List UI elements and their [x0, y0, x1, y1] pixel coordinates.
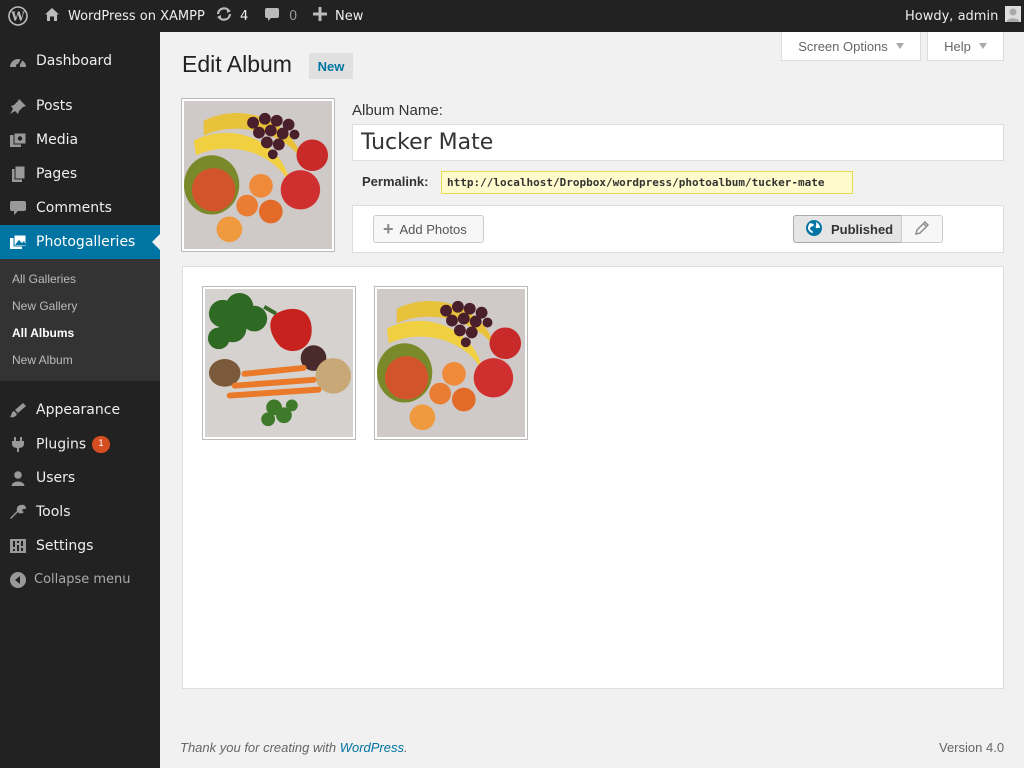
add-photos-label: Add Photos — [399, 221, 467, 237]
svg-text:W: W — [10, 10, 25, 24]
menu-item-photogalleries[interactable]: Photogalleries — [0, 225, 160, 259]
collapse-menu-button[interactable]: Collapse menu — [0, 563, 160, 597]
comments-link[interactable]: 0 — [264, 0, 297, 32]
menu-item-tools[interactable]: Tools — [0, 495, 160, 529]
updates-link[interactable]: 4 — [215, 0, 248, 32]
footer-thanks-text: Thank you for creating with — [180, 740, 340, 755]
album-photo-item[interactable] — [202, 286, 356, 440]
fruit-photo — [377, 289, 525, 437]
menu-item-users[interactable]: Users — [0, 461, 160, 495]
pencil-icon — [915, 220, 929, 239]
screen-options-button[interactable]: Screen Options — [781, 32, 921, 61]
add-photos-button[interactable]: + Add Photos — [373, 215, 484, 243]
album-cover-image[interactable] — [181, 98, 335, 252]
my-account-link[interactable]: Howdy, admin — [905, 0, 1022, 32]
permalink-label: Permalink: — [362, 174, 429, 189]
edit-status-button[interactable] — [901, 215, 943, 243]
wrench-icon — [9, 504, 27, 520]
site-name: WordPress on XAMPP — [68, 8, 205, 24]
page-title: Edit Album — [182, 51, 292, 77]
menu-label: Dashboard — [36, 53, 112, 69]
new-content-link[interactable]: New — [313, 0, 363, 32]
footer-thanks: Thank you for creating with WordPress. — [180, 740, 408, 755]
caret-down-icon — [895, 43, 904, 49]
collapse-menu-label: Collapse menu — [34, 572, 131, 587]
caret-down-icon — [978, 43, 987, 49]
avatar — [1005, 6, 1022, 26]
help-label: Help — [944, 38, 971, 54]
help-button[interactable]: Help — [927, 32, 1004, 61]
menu-item-posts[interactable]: Posts — [0, 89, 160, 123]
comments-count: 0 — [289, 8, 298, 24]
submenu-item-all-albums[interactable]: All Albums — [12, 326, 74, 340]
gallery-icon — [9, 234, 27, 250]
admin-bar: W WordPress on XAMPP 4 0 New Howdy, admi… — [0, 0, 1024, 32]
add-new-album-button[interactable]: New — [309, 53, 353, 79]
fruit-photo — [184, 101, 332, 249]
album-name-input[interactable] — [352, 124, 1004, 161]
screen-options-label: Screen Options — [798, 38, 888, 54]
vegetables-photo — [205, 289, 353, 437]
refresh-icon — [215, 6, 233, 26]
updates-count: 4 — [240, 8, 249, 24]
footer-version: Version 4.0 — [939, 740, 1005, 755]
settings-icon — [9, 538, 27, 554]
user-icon — [9, 470, 27, 486]
plus-icon — [313, 7, 327, 25]
menu-item-dashboard[interactable]: Dashboard — [0, 44, 160, 78]
published-status-button[interactable]: Published — [793, 215, 902, 243]
pages-icon — [9, 166, 27, 182]
menu-label: Plugins — [36, 436, 87, 453]
menu-label: Pages — [36, 166, 78, 182]
plus-icon: + — [383, 219, 394, 239]
published-label: Published — [831, 221, 894, 237]
menu-item-appearance[interactable]: Appearance — [0, 393, 160, 427]
album-name-label: Album Name: — [352, 102, 443, 119]
footer-thanks-suffix: . — [404, 740, 408, 755]
submenu-item-new-album[interactable]: New Album — [12, 353, 73, 367]
menu-item-settings[interactable]: Settings — [0, 529, 160, 563]
menu-item-media[interactable]: Media — [0, 123, 160, 157]
menu-label: Photogalleries — [36, 234, 136, 250]
menu-label: Settings — [36, 538, 94, 554]
plug-icon — [9, 436, 27, 452]
photogalleries-submenu: All Galleries New Gallery All Albums New… — [0, 259, 160, 381]
collapse-arrow-icon — [9, 572, 27, 588]
submenu-item-all-galleries[interactable]: All Galleries — [12, 272, 76, 286]
media-icon — [9, 132, 27, 148]
menu-label: Users — [36, 470, 76, 486]
menu-label: Posts — [36, 98, 73, 114]
comment-icon — [9, 200, 27, 216]
comment-bubble-icon — [264, 7, 280, 26]
plugins-update-badge: 1 — [92, 436, 110, 453]
greeting: Howdy, admin — [905, 8, 999, 24]
menu-item-comments[interactable]: Comments — [0, 191, 160, 225]
menu-item-pages[interactable]: Pages — [0, 157, 160, 191]
wordpress-logo-icon[interactable]: W — [8, 0, 28, 32]
new-label: New — [335, 8, 364, 24]
menu-label: Appearance — [36, 402, 121, 418]
menu-item-plugins[interactable]: Plugins 1 — [0, 427, 160, 461]
site-home-link[interactable]: WordPress on XAMPP — [44, 0, 205, 32]
permalink-url[interactable]: http://localhost/Dropbox/wordpress/photo… — [441, 171, 853, 194]
menu-label: Media — [36, 132, 79, 148]
submenu-item-new-gallery[interactable]: New Gallery — [12, 299, 77, 313]
brush-icon — [9, 402, 27, 418]
pin-icon — [9, 98, 27, 114]
menu-label: Tools — [36, 504, 71, 520]
album-photo-item[interactable] — [374, 286, 528, 440]
wordpress-link[interactable]: WordPress — [340, 740, 404, 755]
globe-icon — [805, 219, 823, 240]
home-icon — [44, 7, 60, 26]
dashboard-icon — [9, 53, 27, 69]
menu-label: Comments — [36, 200, 112, 216]
admin-sidebar: Dashboard Posts Media Pages Comments Pho… — [0, 32, 160, 768]
